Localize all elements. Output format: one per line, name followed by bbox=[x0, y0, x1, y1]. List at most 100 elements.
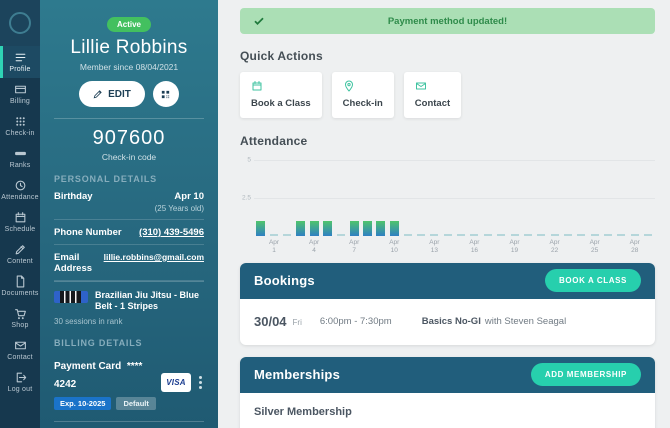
sidebar-item-schedule[interactable]: Schedule bbox=[0, 206, 40, 238]
edit-button-label: EDIT bbox=[108, 89, 131, 100]
sidebar-item-contact[interactable]: Contact bbox=[0, 334, 40, 366]
chart-bar-slot bbox=[281, 234, 294, 236]
membership-plan-name: Silver Membership bbox=[254, 406, 641, 418]
quick-action-book-a-class[interactable]: Book a Class bbox=[240, 72, 322, 118]
attendance-bar bbox=[363, 221, 372, 236]
x-tick-label: Apr22 bbox=[548, 239, 561, 256]
chart-bar-slot bbox=[521, 234, 534, 236]
zero-dash bbox=[497, 234, 505, 236]
chart-bar-slot bbox=[468, 234, 481, 236]
zero-dash bbox=[417, 234, 425, 236]
status-badge: Active bbox=[107, 17, 151, 32]
zero-dash bbox=[404, 234, 412, 236]
card-expiry-badge: Exp. 10-2025 bbox=[54, 397, 111, 410]
bookings-card: Bookings BOOK A CLASS 30/04Fri6:00pm - 7… bbox=[240, 263, 655, 345]
x-tick-label bbox=[281, 239, 294, 256]
zero-dash bbox=[283, 234, 291, 236]
chart-bar-slot bbox=[428, 234, 441, 236]
phone-label: Phone Number bbox=[54, 227, 122, 238]
app-window: ProfileBilling Check-in Ranks Attendance Sch… bbox=[0, 0, 670, 428]
pin-icon bbox=[343, 80, 383, 92]
chart-x-axis: Apr 1Apr 4Apr 7Apr10Apr13Apr16Apr19Apr22… bbox=[254, 239, 655, 256]
zero-dash bbox=[551, 234, 559, 236]
x-tick-label bbox=[641, 239, 654, 256]
sidebar-item-label: Check-in bbox=[5, 130, 34, 137]
x-tick-label bbox=[361, 239, 374, 256]
bookings-list: 30/04Fri6:00pm - 7:30pmBasics No-GIwith … bbox=[240, 299, 655, 345]
sidebar-item-label: Schedule bbox=[5, 226, 36, 233]
sidebar-item-ranks[interactable]: Ranks bbox=[0, 142, 40, 174]
x-tick-label bbox=[615, 239, 628, 256]
chart-bar-slot bbox=[267, 234, 280, 236]
chart-bar-slot bbox=[588, 234, 601, 236]
quick-action-check-in[interactable]: Check-in bbox=[332, 72, 394, 118]
member-since: Member since 08/04/2021 bbox=[54, 62, 204, 72]
chart-bar-slot bbox=[254, 221, 267, 236]
x-tick-label: Apr13 bbox=[428, 239, 441, 256]
zero-dash bbox=[604, 234, 612, 236]
checkin-code-label: Check-in code bbox=[54, 152, 204, 162]
sidebar-item-check-in[interactable]: Check-in bbox=[0, 110, 40, 142]
booking-instructor: with Steven Seagal bbox=[485, 316, 566, 327]
sidebar-item-label: Attendance bbox=[1, 194, 38, 201]
attendance-chart: 5 2.5 Apr 1Apr 4Apr 7Apr10Apr13Apr16Apr1… bbox=[240, 154, 655, 256]
attendance-bar bbox=[256, 221, 265, 236]
card-menu-kebab-icon[interactable] bbox=[197, 374, 204, 391]
zero-dash bbox=[564, 234, 572, 236]
chart-bar-slot bbox=[575, 234, 588, 236]
x-tick-label bbox=[601, 239, 614, 256]
chart-bar-slot bbox=[535, 234, 548, 236]
booking-time: 6:00pm - 7:30pm bbox=[320, 316, 392, 327]
attendance-bar bbox=[376, 221, 385, 236]
main-content: Payment method updated! Quick Actions Bo… bbox=[218, 0, 670, 428]
zero-dash bbox=[470, 234, 478, 236]
book-a-class-button[interactable]: BOOK A CLASS bbox=[545, 269, 641, 292]
booking-class-name: Basics No-GI bbox=[422, 316, 481, 327]
billing-details-title: BILLING DETAILS bbox=[54, 338, 204, 348]
sidebar-item-attendance[interactable]: Attendance bbox=[0, 174, 40, 206]
phone-link[interactable]: (310) 439-5496 bbox=[139, 227, 204, 238]
x-tick-label: Apr16 bbox=[468, 239, 481, 256]
sidebar-item-content[interactable]: Content bbox=[0, 238, 40, 270]
quick-action-label: Check-in bbox=[343, 98, 383, 109]
sidebar-item-profile[interactable]: Profile bbox=[0, 46, 40, 78]
zero-dash bbox=[444, 234, 452, 236]
x-tick-label: Apr19 bbox=[508, 239, 521, 256]
qr-code-button[interactable] bbox=[153, 81, 179, 107]
attendance-bar bbox=[390, 221, 399, 236]
logo-ring-icon bbox=[9, 12, 31, 34]
booking-row[interactable]: 30/04Fri6:00pm - 7:30pmBasics No-GIwith … bbox=[240, 299, 655, 345]
edit-button[interactable]: EDIT bbox=[79, 81, 145, 107]
calendar-icon bbox=[14, 211, 27, 224]
clock-icon bbox=[14, 179, 27, 192]
divider bbox=[54, 421, 204, 422]
chart-bar-slot bbox=[374, 221, 387, 236]
email-link[interactable]: lillie.robbins@gmail.com bbox=[104, 252, 204, 262]
app-logo[interactable] bbox=[0, 0, 40, 46]
x-tick-label bbox=[535, 239, 548, 256]
pen-icon bbox=[14, 243, 27, 256]
x-tick-label bbox=[575, 239, 588, 256]
sidebar-item-log-out[interactable]: Log out bbox=[0, 366, 40, 398]
billing-icon bbox=[14, 83, 27, 96]
zero-dash bbox=[511, 234, 519, 236]
profile-icon bbox=[14, 51, 27, 64]
document-icon bbox=[14, 275, 27, 288]
birthday-row: Birthday Apr 10 (25 Years old) bbox=[54, 184, 204, 220]
x-tick-label bbox=[454, 239, 467, 256]
quick-action-label: Book a Class bbox=[251, 98, 311, 109]
phone-row: Phone Number (310) 439-5496 bbox=[54, 220, 204, 245]
x-tick-label: Apr 4 bbox=[307, 239, 320, 256]
x-tick-label: Apr 1 bbox=[267, 239, 280, 256]
sidebar-item-label: Shop bbox=[11, 322, 28, 329]
payment-card-row: Payment Card **** 4242 Exp. 10-2025 Defa… bbox=[54, 356, 204, 410]
quick-action-contact[interactable]: Contact bbox=[404, 72, 461, 118]
sidebar-item-shop[interactable]: Shop bbox=[0, 302, 40, 334]
sidebar-item-documents[interactable]: Documents bbox=[0, 270, 40, 302]
logout-icon bbox=[14, 371, 27, 384]
nav-rail-items: ProfileBilling Check-in Ranks Attendance Sch… bbox=[0, 46, 40, 398]
belt-icon bbox=[54, 291, 88, 303]
add-membership-button[interactable]: ADD MEMBERSHIP bbox=[531, 363, 641, 386]
chart-bar-slot bbox=[414, 234, 427, 236]
sidebar-item-billing[interactable]: Billing bbox=[0, 78, 40, 110]
